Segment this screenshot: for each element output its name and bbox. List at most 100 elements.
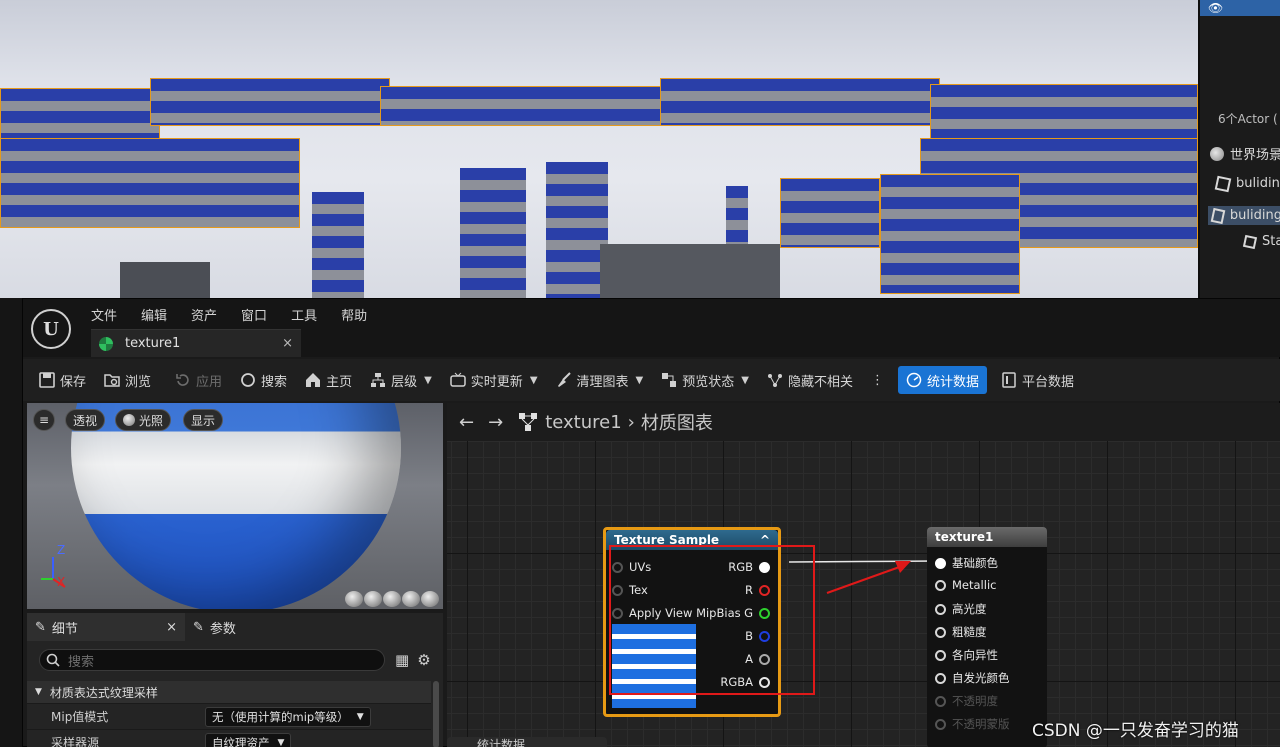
search-button[interactable]: 搜索 [240, 366, 297, 394]
material-graph[interactable]: ← → texture1 › 材质图表 Texture Sample ^ UVs… [447, 403, 1280, 747]
material-result-node[interactable]: texture1 基础颜色 Metallic 高光度 粗糙度 各向异性 自发光颜… [927, 527, 1047, 747]
perspective-button[interactable]: 透视 [65, 409, 106, 431]
chevron-down-icon: ▼ [356, 711, 364, 722]
hierarchy-dropdown[interactable]: 层级 ▼ [370, 366, 442, 394]
chevron-down-icon: ▼ [741, 374, 749, 386]
clean-graph-dropdown[interactable]: 清理图表 ▼ [556, 366, 654, 394]
document-tab[interactable]: texture1 × [91, 329, 301, 357]
outliner-header[interactable]: 👁 [1200, 0, 1280, 16]
sampler-source-dropdown[interactable]: 自纹理资产 ▼ [205, 732, 292, 747]
outliner-item-label: buliding [1229, 208, 1280, 223]
tab-details[interactable]: ✎ 细节 × [27, 613, 185, 641]
hide-unrelated-icon [767, 372, 783, 388]
close-icon[interactable]: × [166, 620, 177, 635]
save-button[interactable]: 保存 [39, 366, 96, 394]
section-texture-sample[interactable]: ▼ 材质表达式纹理采样 [27, 681, 431, 703]
plane-icon[interactable] [383, 591, 401, 607]
browse-button[interactable]: 浏览 [104, 366, 161, 394]
apply-icon [175, 372, 191, 388]
unreal-logo: U [31, 309, 71, 349]
viewport-menu-button[interactable]: ≡ [33, 409, 56, 431]
eye-icon[interactable]: 👁 [1208, 1, 1223, 15]
menu-bar: 文件 编辑 资产 窗口 工具 帮助 [91, 305, 367, 324]
outliner-item-label: 世界场景 [1230, 148, 1280, 163]
stats-panel-tab[interactable]: 统计数据 [447, 737, 607, 747]
live-update-label: 实时更新 [470, 374, 523, 390]
details-panel-tabs: ✎ 细节 × ✎ 参数 [27, 613, 443, 641]
screen: 👁 6个Actor ( 世界场景 buliding buliding Sta U… [0, 0, 1280, 747]
clean-graph-label: 清理图表 [576, 374, 629, 390]
teapot-icon[interactable] [421, 591, 439, 607]
hide-unrelated-button[interactable]: 隐藏不相关 [767, 366, 863, 394]
input-pin-base-color[interactable]: 基础颜色 [935, 555, 998, 571]
show-button[interactable]: 显示 [183, 409, 224, 431]
pin-label: 自发光颜色 [952, 671, 1010, 685]
outliner-item-world[interactable]: 世界场景 [1210, 144, 1280, 163]
input-pin-specular[interactable]: 高光度 [935, 601, 987, 617]
menu-window[interactable]: 窗口 [241, 305, 267, 324]
input-pin-anisotropy[interactable]: 各向异性 [935, 647, 998, 663]
show-label: 显示 [191, 413, 216, 428]
menu-asset[interactable]: 资产 [191, 305, 217, 324]
table-view-icon[interactable]: ▦ [395, 651, 409, 669]
menu-tools[interactable]: 工具 [291, 305, 317, 324]
details-scrollbar[interactable] [433, 681, 439, 747]
outliner-item-building-selected[interactable]: buliding [1208, 206, 1280, 225]
input-pin-roughness[interactable]: 粗糙度 [935, 624, 987, 640]
apply-button[interactable]: 应用 [175, 366, 232, 394]
search-placeholder: 搜索 [68, 654, 95, 670]
more-options-icon[interactable]: ⋮ [871, 366, 884, 394]
cube-icon [1210, 207, 1226, 224]
chevron-down-icon: ▼ [277, 737, 285, 747]
mip-mode-dropdown[interactable]: 无（使用计算的mip等级） ▼ [205, 706, 371, 727]
live-update-dropdown[interactable]: 实时更新 ▼ [450, 366, 548, 394]
outliner-item-building[interactable]: buliding [1214, 175, 1280, 192]
details-search-input[interactable]: 搜索 [39, 649, 385, 671]
tab-parameters[interactable]: ✎ 参数 [185, 613, 244, 641]
input-pin-opacity: 不透明度 [935, 693, 998, 709]
menu-edit[interactable]: 编辑 [141, 305, 167, 324]
menu-file[interactable]: 文件 [91, 305, 117, 324]
world-outliner: 👁 6个Actor ( 世界场景 buliding buliding Sta [1198, 0, 1280, 298]
property-row: 采样器源 自纹理资产 ▼ [27, 729, 431, 747]
preview-state-dropdown[interactable]: 预览状态 ▼ [661, 366, 759, 394]
input-pin-emissive[interactable]: 自发光颜色 [935, 670, 1010, 686]
cylinder-icon[interactable] [345, 591, 363, 607]
level-viewport[interactable] [0, 0, 1198, 298]
cube-icon[interactable] [402, 591, 420, 607]
pin-icon [935, 718, 946, 730]
input-pin-metallic[interactable]: Metallic [935, 578, 996, 592]
lighting-button[interactable]: 光照 [115, 409, 172, 431]
pin-icon [935, 579, 946, 591]
node-header: texture1 [927, 527, 1047, 547]
platform-stats-button[interactable]: 平台数据 [1001, 366, 1084, 394]
hamburger-icon: ≡ [39, 413, 50, 427]
chevron-down-icon: ▼ [35, 687, 42, 697]
pin-label: 粗糙度 [952, 625, 987, 639]
tab-details-label: 细节 [51, 621, 78, 637]
pin-label: 各向异性 [952, 648, 998, 662]
hierarchy-label: 层级 [391, 374, 418, 390]
menu-help[interactable]: 帮助 [341, 305, 367, 324]
outliner-item-static-mesh[interactable]: Sta [1242, 234, 1280, 249]
section-label: 材质表达式纹理采样 [49, 685, 158, 700]
close-icon[interactable]: × [282, 336, 293, 351]
property-key: Mip值模式 [51, 710, 109, 724]
home-button[interactable]: 主页 [305, 366, 362, 394]
hide-unrelated-label: 隐藏不相关 [787, 374, 853, 390]
cube-icon [1214, 175, 1232, 192]
save-icon [39, 372, 55, 388]
pencil-icon: ✎ [193, 619, 204, 635]
gear-icon[interactable]: ⚙ [417, 651, 430, 669]
platform-stats-label: 平台数据 [1021, 374, 1074, 390]
material-preview-viewport[interactable]: ≡ 透视 光照 显示 Z X [27, 403, 443, 609]
tower [726, 186, 748, 246]
graph-wires [788, 560, 938, 595]
actor-count: 6个Actor ( [1218, 112, 1278, 126]
title-bar: U 文件 编辑 资产 窗口 工具 帮助 texture1 × [23, 299, 1280, 357]
property-value: 无（使用计算的mip等级） [212, 709, 349, 724]
stats-button[interactable]: 统计数据 [897, 366, 987, 394]
preview-sphere [71, 403, 401, 609]
details-panel: 搜索 ▦ ⚙ ▼ 材质表达式纹理采样 Mip值模式 无（使用计算的mip等级） … [27, 641, 443, 747]
sphere-icon[interactable] [364, 591, 382, 607]
